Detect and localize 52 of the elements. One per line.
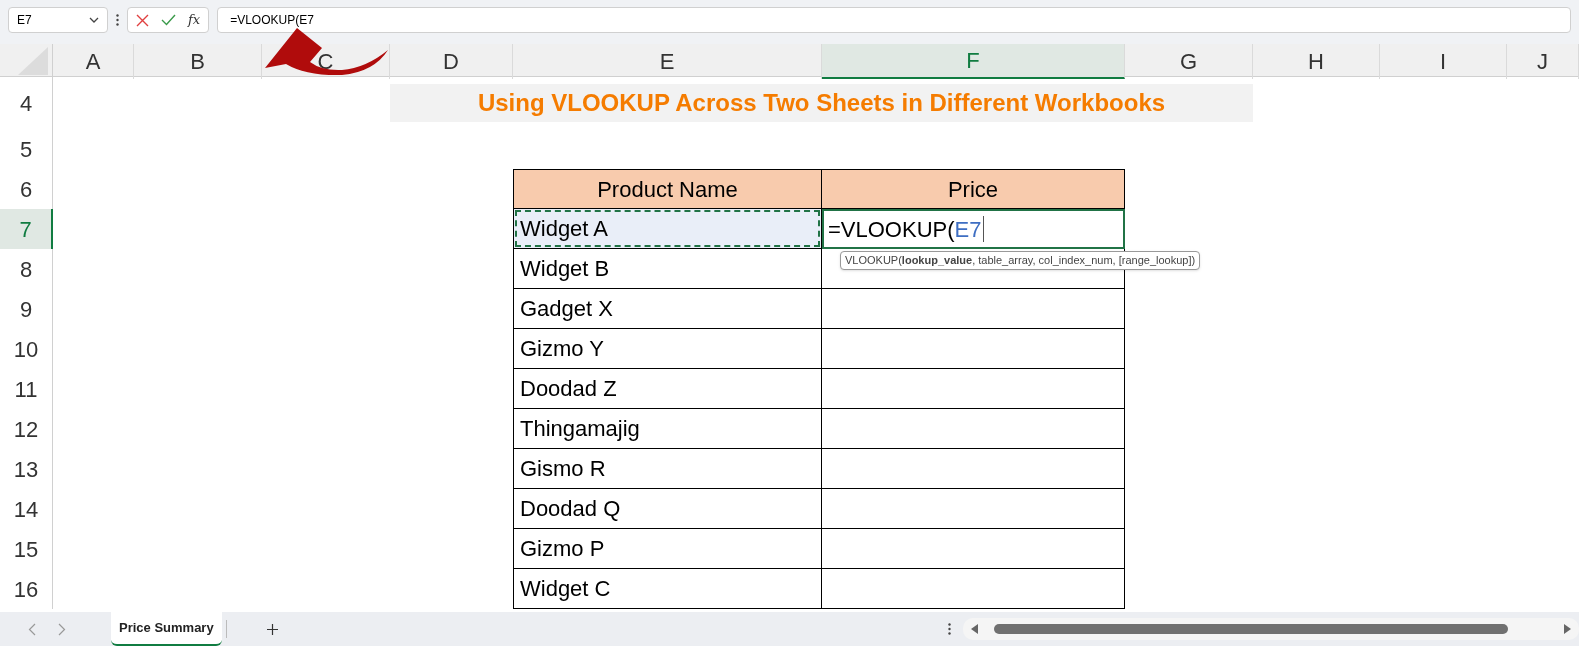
row-header[interactable]: 9 [0, 289, 53, 329]
cancel-icon[interactable] [136, 13, 149, 27]
row-header[interactable]: 11 [0, 369, 53, 409]
check-icon[interactable] [161, 14, 176, 26]
table-cell: Widget A [513, 209, 822, 249]
sheet-title: Using VLOOKUP Across Two Sheets in Different Workbooks [390, 84, 1253, 122]
column-header[interactable]: J [1507, 44, 1579, 79]
cell-reference: E7 [17, 12, 32, 29]
table-cell: Widget B [513, 249, 822, 289]
column-header[interactable]: I [1380, 44, 1507, 79]
column-header[interactable]: F [822, 44, 1125, 79]
table-cell: Widget C [513, 569, 822, 609]
column-header[interactable]: A [53, 44, 134, 79]
table-cell: Doodad Q [513, 489, 822, 529]
insert-function-button[interactable]: fx [188, 10, 201, 30]
name-box[interactable]: E7 [8, 7, 108, 33]
table-cell: Gizmo P [513, 529, 822, 569]
table-cell: Doodad Z [513, 369, 822, 409]
chevron-down-icon [89, 17, 99, 23]
table-cell: Gismo R [513, 449, 822, 489]
column-header[interactable]: G [1125, 44, 1253, 79]
previous-sheet-icon[interactable] [28, 622, 36, 636]
scroll-right-icon[interactable] [1564, 624, 1571, 634]
row-header[interactable]: 8 [0, 249, 53, 289]
table-cell: Thingamajig [513, 409, 822, 449]
table-header-cell: Price [822, 169, 1125, 209]
table-cell: Gizmo Y [513, 329, 822, 369]
row-header[interactable]: 7 [0, 209, 53, 249]
add-sheet-icon[interactable] [266, 623, 278, 635]
row-header[interactable]: 5 [0, 129, 53, 169]
row-header[interactable]: 14 [0, 489, 53, 529]
more-options-icon[interactable] [116, 14, 119, 26]
formula-text: =VLOOKUP(E7 [230, 12, 314, 29]
row-header[interactable]: 10 [0, 329, 53, 369]
column-header[interactable]: H [1253, 44, 1380, 79]
row-header[interactable]: 4 [0, 77, 53, 129]
row-header[interactable]: 13 [0, 449, 53, 489]
next-sheet-icon[interactable] [58, 622, 66, 636]
row-header[interactable]: 16 [0, 569, 53, 609]
row-header[interactable]: 15 [0, 529, 53, 569]
table-cell: Gadget X [513, 289, 822, 329]
sheet-tab[interactable]: Price Summary [111, 612, 222, 646]
table-header-cell: Product Name [513, 169, 822, 209]
column-header[interactable]: D [390, 44, 513, 79]
scroll-left-icon[interactable] [970, 624, 978, 634]
formula-field[interactable]: =VLOOKUP(E7 [217, 7, 1571, 33]
more-options-icon[interactable] [947, 623, 951, 635]
row-header[interactable]: 12 [0, 409, 53, 449]
scrollbar-thumb[interactable] [993, 624, 1508, 634]
column-header[interactable]: B [134, 44, 262, 79]
horizontal-scrollbar[interactable] [962, 618, 1579, 640]
function-tooltip: VLOOKUP(lookup_value, table_array, col_index_num, [range_lookup]) [840, 251, 1201, 270]
